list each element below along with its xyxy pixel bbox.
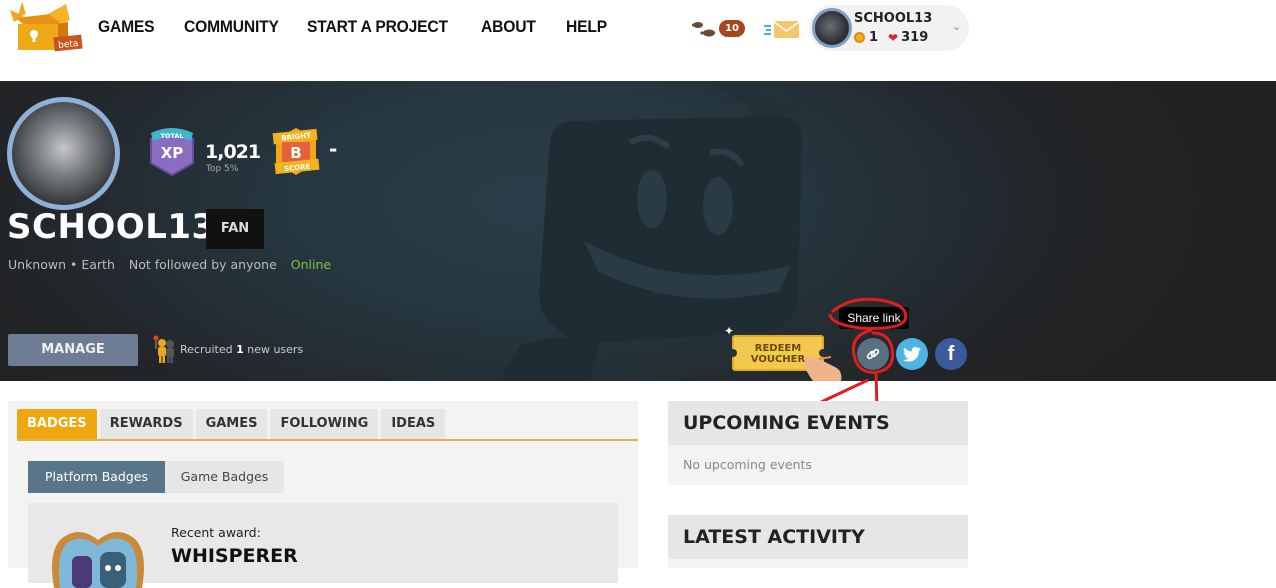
latest-activity-title: LATEST ACTIVITY — [668, 515, 968, 559]
svg-text:SCORE: SCORE — [284, 163, 311, 174]
recent-award-name[interactable]: WHISPERER — [171, 545, 298, 567]
nav-help[interactable]: HELP — [566, 17, 607, 37]
tab-following[interactable]: FOLLOWING — [270, 409, 379, 439]
profile-banner: TOTAL XP 1,021 Top 5% BRIGHT B SCORE - S… — [0, 81, 1276, 381]
tab-games[interactable]: GAMES — [195, 409, 268, 439]
footsteps-icon[interactable] — [692, 19, 718, 39]
twitter-share-button[interactable] — [896, 338, 928, 370]
upcoming-events-panel: UPCOMING EVENTS No upcoming events — [668, 401, 968, 485]
main-menu: GAMES COMMUNITY START A PROJECT ABOUT HE… — [98, 17, 611, 37]
link-icon — [866, 348, 880, 360]
facebook-icon: f — [947, 342, 955, 365]
chevron-down-icon[interactable]: ⌄ — [952, 20, 961, 33]
manage-button[interactable]: MANAGE — [8, 334, 138, 366]
logo-beta: beta — [58, 39, 79, 51]
subtab-game-badges[interactable]: Game Badges — [165, 461, 284, 493]
user-stats: 1 ❤ 319 — [854, 30, 928, 45]
wolf-emblem-image — [12, 102, 115, 205]
upcoming-events-empty: No upcoming events — [668, 445, 968, 485]
user-menu[interactable]: SCHOOL13 1 ❤ 319 ⌄ — [809, 5, 969, 51]
nav-about[interactable]: ABOUT — [481, 17, 536, 37]
user-avatar — [812, 8, 852, 48]
nav-start-a-project[interactable]: START A PROJECT — [307, 17, 448, 37]
twitter-icon — [903, 346, 921, 362]
profile-avatar[interactable] — [7, 97, 120, 210]
online-status: Online — [290, 257, 332, 272]
user-name: SCHOOL13 — [854, 11, 933, 26]
share-link-button[interactable] — [857, 338, 889, 370]
svg-text:TOTAL: TOTAL — [160, 132, 183, 140]
recruit-torch-icon — [153, 335, 174, 363]
site-logo[interactable]: beta — [8, 2, 84, 52]
bright-score-value: - — [329, 137, 338, 161]
latest-activity-body — [668, 559, 968, 568]
svg-text:B: B — [290, 144, 301, 162]
quest-count-badge[interactable]: 10 — [719, 20, 745, 37]
tab-rewards[interactable]: REWARDS — [99, 409, 193, 439]
subtab-platform-badges[interactable]: Platform Badges — [28, 461, 165, 493]
tab-underline — [17, 439, 638, 441]
share-link-tooltip: Share link — [839, 307, 909, 329]
profile-location: Unknown • Earth — [8, 257, 115, 272]
whisperer-badge-icon — [52, 532, 144, 588]
heart-icon: ❤ — [888, 30, 899, 45]
role-badge: FAN — [206, 209, 264, 249]
total-xp-badge-icon: TOTAL XP — [150, 127, 194, 177]
svg-text:XP: XP — [161, 144, 184, 162]
coin-count: 1 — [869, 30, 879, 45]
xp-rank: Top 5% — [206, 164, 239, 174]
profile-username: SCHOOL13 — [7, 207, 216, 247]
recruited-users: Recruited 1 new users — [180, 343, 304, 356]
profile-content-panel: BADGES REWARDS GAMES FOLLOWING IDEAS Pla… — [8, 401, 638, 588]
tab-ideas[interactable]: IDEAS — [381, 409, 446, 439]
recent-award-card: Recent award: WHISPERER — [28, 503, 618, 588]
xp-value: 1,021 — [205, 141, 261, 163]
coin-icon — [854, 32, 865, 43]
nav-games[interactable]: GAMES — [98, 17, 155, 37]
profile-meta: Unknown • Earth Not followed by anyone O… — [8, 257, 345, 272]
nav-community[interactable]: COMMUNITY — [184, 17, 279, 37]
upcoming-events-title: UPCOMING EVENTS — [668, 401, 968, 445]
latest-activity-panel: LATEST ACTIVITY — [668, 515, 968, 568]
heart-count: 319 — [901, 30, 929, 45]
profile-followers[interactable]: Not followed by anyone — [129, 257, 277, 272]
tab-badges[interactable]: BADGES — [17, 409, 97, 439]
top-navigation: beta GAMES COMMUNITY START A PROJECT ABO… — [0, 0, 1276, 81]
recent-award-label: Recent award: — [171, 525, 261, 540]
mail-icon[interactable] — [764, 19, 800, 39]
mascot-background-icon — [500, 81, 802, 381]
facebook-share-button[interactable]: f — [935, 338, 967, 370]
profile-tabs: BADGES REWARDS GAMES FOLLOWING IDEAS — [17, 409, 448, 439]
bright-score-badge-icon: BRIGHT B SCORE — [272, 128, 320, 175]
badge-subtabs: Platform Badges Game Badges — [28, 461, 284, 493]
hand-icon — [805, 356, 842, 381]
